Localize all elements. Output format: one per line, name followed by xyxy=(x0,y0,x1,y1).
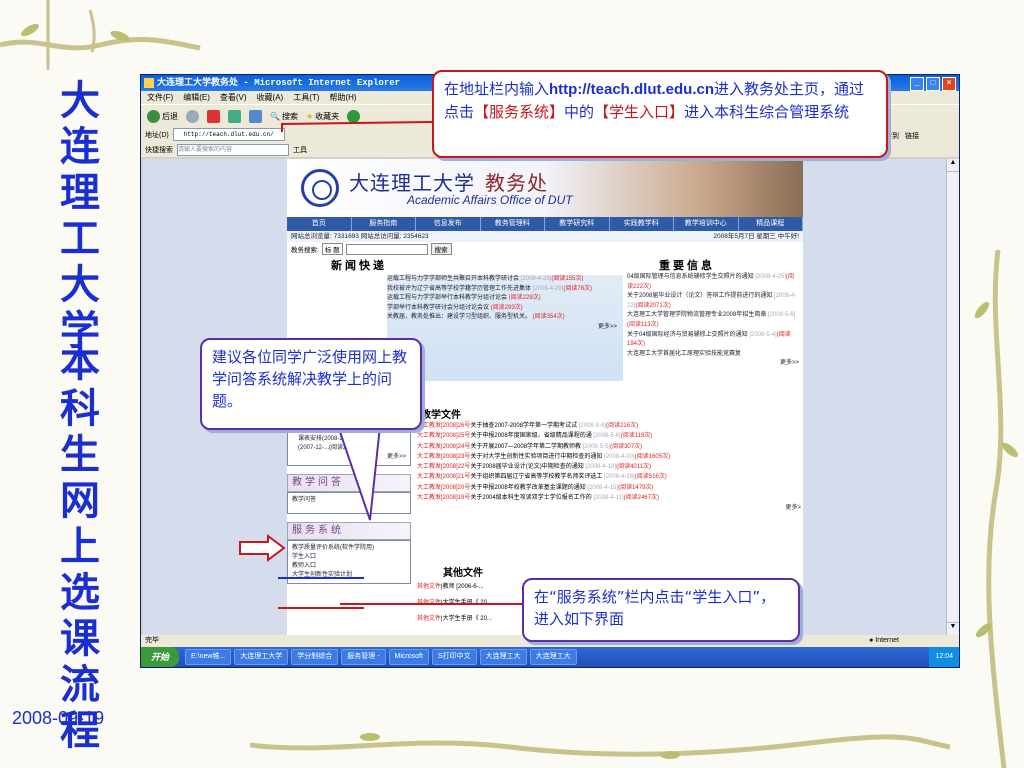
callout-service-instruction: 在“服务系统”栏内点击“学生入口”， 进入如下界面 xyxy=(522,578,800,642)
callout-qa-suggestion: 建议各位同学广泛使用网上教学问答系统解决教学上的问题。 xyxy=(200,338,422,430)
dlut-url: http://teach.dlut.edu.cn xyxy=(549,81,715,98)
callout-address-instruction: 在地址栏内输入http://teach.dlut.edu.cn进入教务处主页，通… xyxy=(432,70,888,158)
